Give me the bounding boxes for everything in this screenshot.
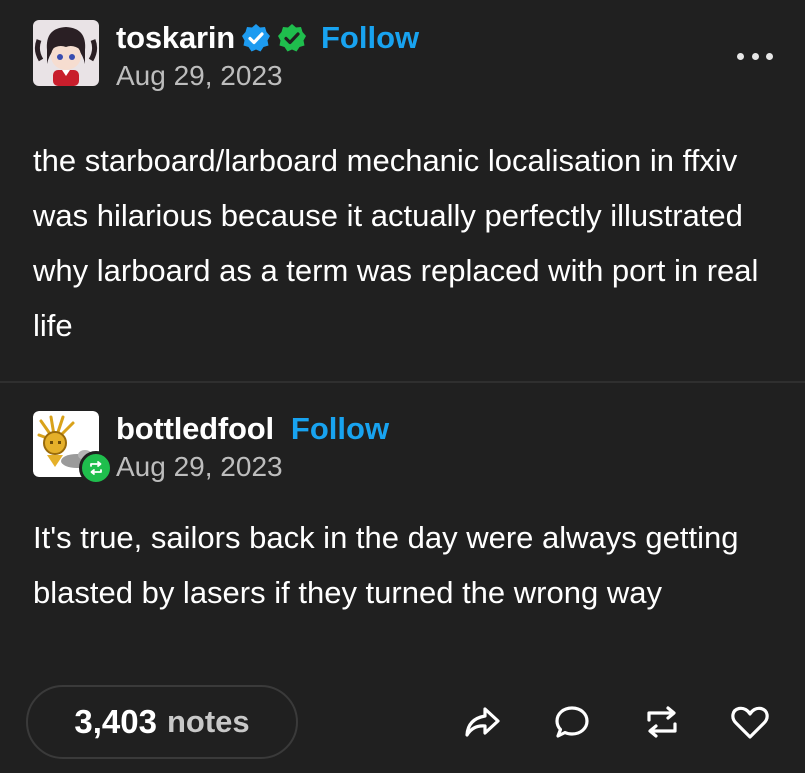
notes-button[interactable]: 3,403 notes — [26, 685, 298, 759]
like-icon[interactable] — [728, 700, 772, 744]
username[interactable]: bottledfool — [116, 411, 274, 447]
avatar-toskarin[interactable] — [33, 20, 99, 86]
reblog-icon[interactable] — [640, 700, 684, 744]
reblog-badge-icon — [79, 451, 113, 485]
username[interactable]: toskarin — [116, 20, 235, 56]
verified-blue-icon — [241, 23, 271, 53]
more-options-icon[interactable] — [737, 46, 773, 66]
post-meta: toskarin Follow Aug 29, 2023 — [116, 20, 419, 92]
avatar-bottledfool[interactable] — [33, 411, 113, 485]
reblog-body: It's true, sailors back in the day were … — [33, 520, 739, 610]
tumblr-post: toskarin Follow Aug 29, 2023 the starboa… — [0, 0, 805, 773]
divider — [0, 381, 805, 383]
post-body: the starboard/larboard mechanic localisa… — [33, 143, 759, 343]
reblog-header: bottledfool Follow Aug 29, 2023 — [33, 411, 389, 485]
post-date[interactable]: Aug 29, 2023 — [116, 451, 389, 483]
verified-green-icon — [277, 23, 307, 53]
reblog-meta: bottledfool Follow Aug 29, 2023 — [116, 411, 389, 483]
reply-icon[interactable] — [550, 700, 594, 744]
post-actions — [460, 700, 770, 744]
post-date[interactable]: Aug 29, 2023 — [116, 60, 419, 92]
notes-label: notes — [166, 704, 250, 739]
share-icon[interactable] — [460, 700, 504, 744]
notes-count: 3,403 — [74, 703, 157, 740]
follow-button[interactable]: Follow — [321, 20, 419, 56]
follow-button[interactable]: Follow — [291, 411, 389, 447]
post-header: toskarin Follow Aug 29, 2023 — [33, 20, 419, 92]
